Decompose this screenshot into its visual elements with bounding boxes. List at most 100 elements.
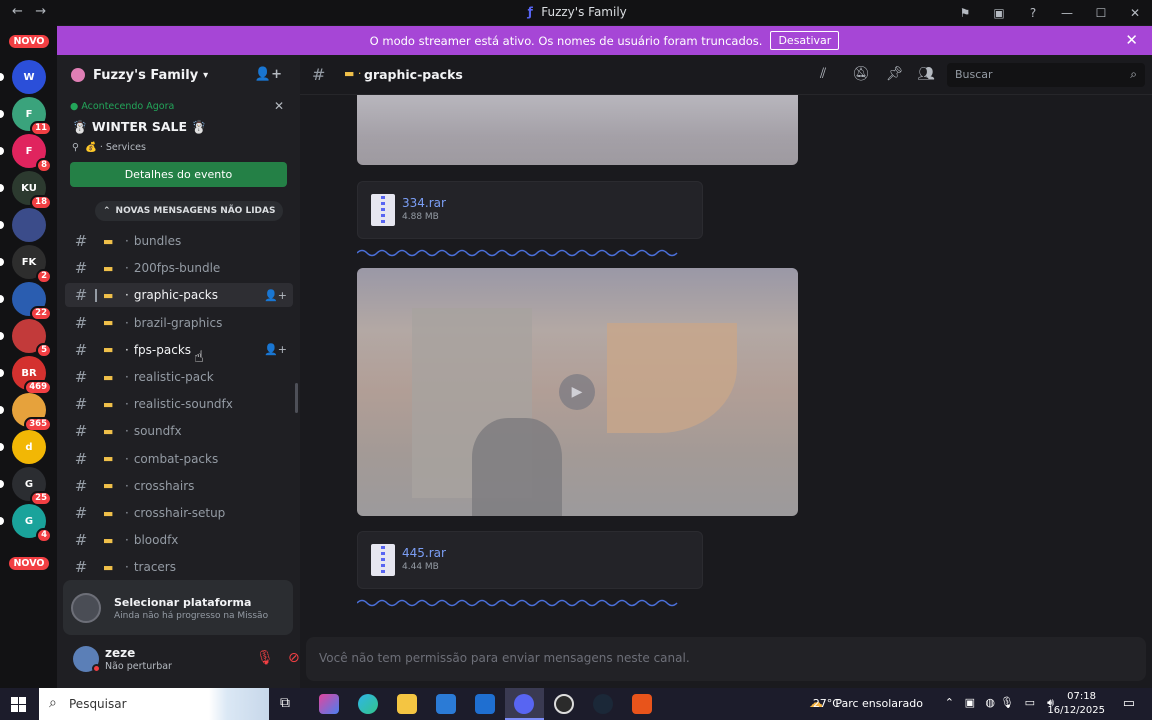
channel-graphic-packs[interactable]: # ▬ · graphic-packs 👤+ (65, 283, 293, 308)
video-attachment[interactable]: ▶ (357, 268, 798, 516)
event-status: ● Acontecendo Agora (70, 101, 175, 112)
server-icon[interactable]: BR 469 (12, 356, 52, 395)
server-icon[interactable]: F8 (12, 134, 52, 173)
event-details-button[interactable]: Detalhes do evento (70, 162, 287, 187)
server-header[interactable]: Fuzzy's Family ▾ 👤+ (57, 55, 300, 95)
server-icon[interactable]: FK 2 (12, 245, 52, 284)
search-icon: ⌕ (1130, 67, 1137, 81)
hash-icon: # (74, 259, 88, 278)
threads-icon[interactable]: ⫽ (820, 66, 826, 82)
channel-fps-packs[interactable]: # ▬ · fps-packs 👤+ (65, 338, 293, 362)
file-attachment[interactable]: 445.rar 4.44 MB (357, 531, 703, 589)
quest-card[interactable]: Selecionar plataforma Ainda não há progr… (63, 580, 293, 635)
separator-dot: · (125, 560, 129, 575)
minimize-button[interactable]: — (1050, 6, 1084, 20)
file-name[interactable]: 334.rar (402, 196, 446, 210)
chevron-down-icon: ▾ (203, 69, 209, 81)
disable-streamer-button[interactable]: Desativar (770, 31, 840, 50)
help-icon[interactable]: ? (1016, 6, 1050, 20)
image-attachment[interactable] (357, 95, 798, 165)
channel-bloodfx[interactable]: # ▬ · bloodfx (65, 528, 293, 552)
members-icon[interactable]: 👥︎ (917, 66, 935, 82)
message-composer: Você não tem permissão para enviar mensa… (306, 637, 1146, 681)
server-icon[interactable]: d (12, 430, 46, 464)
windows-start-icon[interactable] (11, 697, 26, 712)
channel-sidebar: Fuzzy's Family ▾ 👤+ ● Acontecendo Agora … (57, 55, 334, 688)
copilot-icon[interactable] (319, 694, 339, 714)
tray-app-icon[interactable]: ◍ (985, 696, 995, 709)
new-messages-pill[interactable]: ⌃ NOVAS MENSAGENS NÃO LIDAS (95, 201, 284, 221)
app-icon[interactable] (632, 694, 652, 714)
network-icon[interactable]: ▭ (1025, 696, 1035, 709)
channel-soundfx[interactable]: # ▬ · soundfx (65, 419, 293, 443)
discord-taskbar-active[interactable] (505, 688, 544, 720)
edge-icon[interactable] (358, 694, 378, 714)
file-name[interactable]: 445.rar (402, 546, 446, 560)
server-icon[interactable]: G4 (12, 504, 52, 543)
separator-dot: · (125, 315, 129, 330)
mic-muted-icon[interactable]: 🎙︎ (256, 650, 274, 666)
server-icon[interactable]: KU 18 (12, 171, 52, 210)
steam-icon[interactable] (593, 694, 613, 714)
app-icon[interactable] (554, 694, 574, 714)
channel-combat-packs[interactable]: # ▬ · combat-packs (65, 447, 293, 471)
file-explorer-icon[interactable] (397, 694, 417, 714)
headset-muted-icon[interactable]: ⊘ (288, 650, 300, 666)
channel-crosshairs[interactable]: # ▬ · crosshairs (65, 474, 293, 498)
weather-desc[interactable]: Parc ensolarado (835, 697, 923, 710)
channel-realistic-soundfx[interactable]: # ▬ · realistic-soundfx (65, 392, 293, 416)
server-icon[interactable]: 365 (12, 393, 52, 432)
close-icon[interactable]: ✕ (1125, 31, 1138, 49)
close-button[interactable]: ✕ (1118, 6, 1152, 20)
mention-badge: 4 (36, 528, 52, 543)
file-attachment[interactable]: 334.rar 4.88 MB (357, 181, 703, 239)
scrollbar[interactable] (295, 383, 298, 413)
controller-icon (71, 593, 101, 623)
server-icon[interactable]: G 25 (12, 467, 52, 506)
notifications-muted-icon[interactable]: 🔕︎ (852, 66, 870, 82)
search-input[interactable]: Buscar ⌕ (947, 63, 1145, 87)
server-icon[interactable]: 5 (12, 319, 52, 358)
server-icon[interactable] (12, 208, 46, 242)
server-icon[interactable]: W (12, 60, 46, 94)
pin-icon[interactable]: 📌︎ (886, 66, 904, 82)
notifications-icon[interactable]: ▭ (1123, 696, 1135, 711)
channel-label: graphic-packs (133, 288, 218, 303)
video-player-figure (472, 418, 562, 516)
event-location: ⚲ 💰 · Services (72, 142, 146, 153)
folder-icon: ▬ (103, 397, 114, 411)
new-badge[interactable]: NOVO (7, 33, 51, 50)
play-icon[interactable]: ▶ (559, 374, 595, 410)
add-member-icon[interactable]: 👤+ (264, 343, 287, 356)
clock-date[interactable]: 16/12/2025 (1047, 705, 1105, 716)
outlook-icon[interactable] (475, 694, 495, 714)
task-view-icon[interactable]: ⧉ (280, 695, 290, 711)
wave-divider (357, 599, 678, 607)
server-icon[interactable]: F 11 (12, 97, 52, 136)
channel-tracers[interactable]: # ▬ · tracers (65, 555, 293, 579)
channel-brazil-graphics[interactable]: # ▬ · brazil-graphics (65, 311, 293, 335)
close-icon[interactable]: ✕ (274, 99, 284, 113)
unread-indicator (0, 406, 4, 414)
server-icon[interactable]: 22 (12, 282, 52, 321)
separator-dot: · (125, 533, 129, 548)
add-member-icon[interactable]: 👤+ (264, 289, 287, 302)
channel-crosshair-setup[interactable]: # ▬ · crosshair-setup (65, 501, 293, 525)
new-badge[interactable]: NOVO (7, 555, 51, 572)
channel-200fps-bundle[interactable]: # ▬ · 200fps-bundle (65, 256, 293, 280)
clock-time[interactable]: 07:18 (1067, 691, 1096, 702)
event-name: ☃️ WINTER SALE ☃️ (72, 119, 207, 134)
channel-bundles[interactable]: # ▬ · bundles (65, 229, 293, 253)
store-icon[interactable] (436, 694, 456, 714)
microphone-icon[interactable]: 🎙︎ (1000, 696, 1014, 709)
flag-icon[interactable]: ⚑ (948, 6, 982, 20)
maximize-button[interactable]: ☐ (1084, 6, 1118, 20)
folder-icon: ▬ (103, 370, 114, 384)
channel-realistic-pack[interactable]: # ▬ · realistic-pack (65, 365, 293, 389)
device-icon[interactable]: ▣ (965, 696, 975, 709)
invite-icon[interactable]: 👤+ (255, 67, 282, 82)
username[interactable]: zeze (105, 646, 135, 660)
inbox-icon[interactable]: ▣ (982, 6, 1016, 20)
chevron-up-icon[interactable]: ⌃ (945, 696, 954, 709)
taskbar-search[interactable]: ⌕ Pesquisar (39, 688, 269, 720)
